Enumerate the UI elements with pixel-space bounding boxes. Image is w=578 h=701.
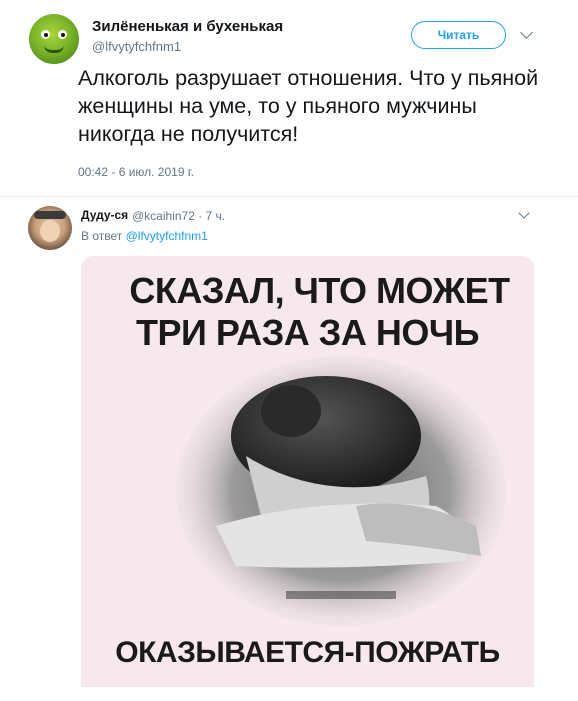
reply-author-name[interactable]: Дуду-ся	[81, 208, 128, 222]
avatar-eye	[58, 30, 67, 39]
reply-author-avatar[interactable]	[28, 206, 72, 250]
tweet-timestamp[interactable]: 00:42 - 6 июл. 2019 г.	[78, 165, 194, 179]
avatar-eye	[41, 30, 50, 39]
avatar-band	[34, 211, 66, 219]
divider	[0, 196, 578, 197]
chevron-down-icon[interactable]	[518, 207, 530, 219]
meme-caption-bottom: ОКАЗЫВАЕТСЯ-ПОЖРАТЬ	[115, 636, 500, 669]
meme-caption-top-line2: ТРИ РАЗА ЗА НОЧЬ	[136, 312, 480, 353]
main-tweet: Зилёненькая и бухенькая @lfvytyfchfnm1 Ч…	[0, 0, 578, 196]
crying-woman-photo	[176, 356, 506, 626]
author-name[interactable]: Зилёненькая и бухенькая	[92, 18, 283, 35]
avatar-face	[40, 220, 60, 242]
reply-author-meta[interactable]: @kcaihin72 · 7 ч.	[132, 209, 225, 223]
avatar-mouth	[44, 45, 64, 53]
in-reply-handle-link[interactable]: @lfvytyfchfnm1	[126, 229, 208, 243]
author-avatar[interactable]	[29, 14, 79, 64]
follow-button[interactable]: Читать	[411, 21, 506, 49]
chevron-down-icon[interactable]	[520, 26, 533, 39]
in-reply-prefix: В ответ	[81, 229, 123, 243]
author-handle[interactable]: @lfvytyfchfnm1	[92, 39, 181, 54]
in-reply-to: В ответ @lfvytyfchfnm1	[81, 229, 208, 243]
meme-caption-top-line1: СКАЗАЛ, ЧТО МОЖЕТ	[129, 270, 510, 311]
tweet-text: Алкоголь разрушает отношения. Что у пьян…	[78, 66, 539, 146]
meme-image[interactable]: СКАЗАЛ, ЧТО МОЖЕТ ТРИ РАЗА ЗА НОЧЬ ОКАЗЫ…	[81, 256, 534, 687]
